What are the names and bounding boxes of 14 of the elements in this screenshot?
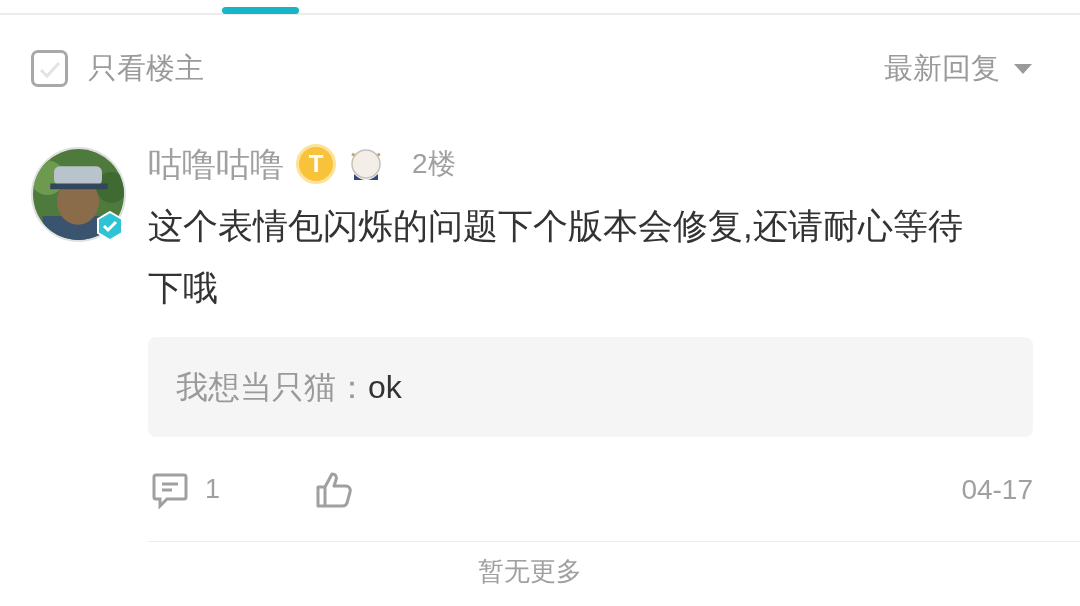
author-name[interactable]: 咕噜咕噜 <box>148 146 284 181</box>
level-badge: T <box>296 143 336 184</box>
caret-icon <box>1014 63 1032 74</box>
comment-date: 04-17 <box>961 472 1033 507</box>
reply-quote[interactable]: 我想当只猫：ok <box>148 336 1033 437</box>
sort-dropdown[interactable]: 最新回复 <box>884 47 1032 91</box>
reply-text: 我想当只猫：ok <box>176 367 402 407</box>
reply-button[interactable]: 1 <box>151 469 221 510</box>
comment-text: 这个表情包闪烁的问题下个版本会修复,还请耐心等待下哦 <box>148 204 964 309</box>
floor-number: 2楼 <box>412 146 456 181</box>
like-button[interactable] <box>315 470 354 509</box>
only-author-checkbox[interactable]: 只看楼主 <box>31 47 204 91</box>
thumbs-up-icon <box>315 470 354 509</box>
no-more-text: 暂无更多 <box>478 554 582 588</box>
